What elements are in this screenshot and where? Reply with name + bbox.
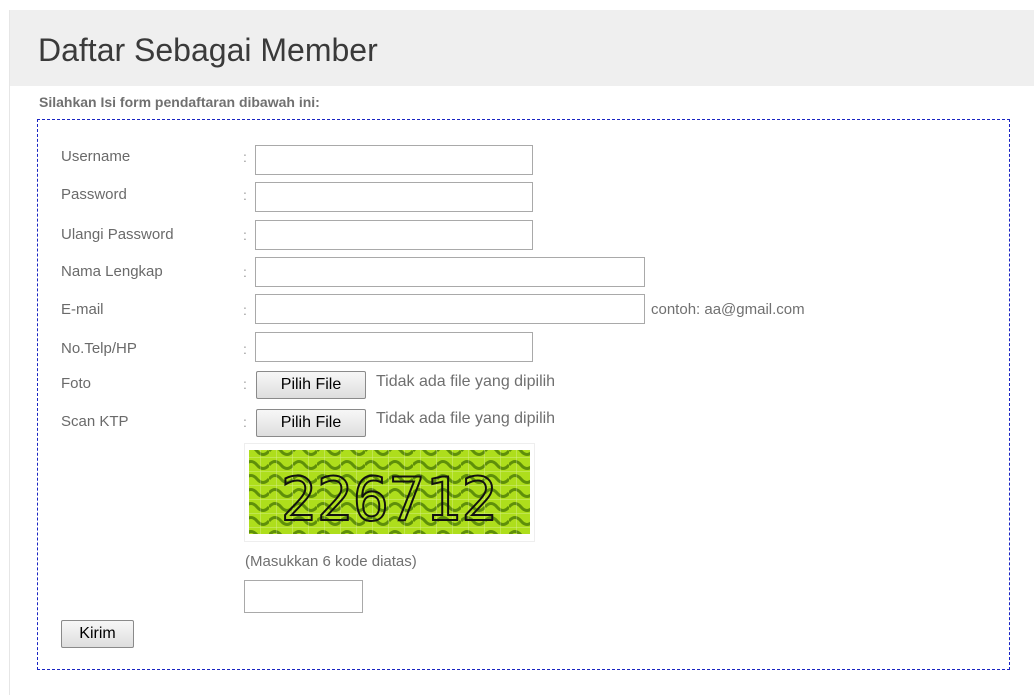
email-example-hint: contoh: aa@gmail.com	[651, 301, 805, 318]
photo-file-status: Tidak ada file yang dipilih	[376, 373, 556, 390]
phone-separator: :	[243, 341, 247, 357]
password-repeat-label: Ulangi Password	[61, 226, 174, 243]
username-separator: :	[243, 149, 247, 165]
email-separator: :	[243, 302, 247, 318]
id-scan-file-status: Tidak ada file yang dipilih	[376, 410, 556, 427]
captcha-instruction: (Masukkan 6 kode diatas)	[245, 553, 417, 570]
photo-label: Foto	[61, 375, 92, 392]
captcha-graphic: 226712	[249, 450, 530, 536]
page-title: Daftar Sebagai Member	[38, 32, 378, 68]
email-input[interactable]	[255, 294, 645, 324]
password-repeat-separator: :	[243, 227, 247, 243]
password-input[interactable]	[255, 182, 533, 212]
email-label: E-mail	[61, 301, 104, 318]
full-name-label: Nama Lengkap	[61, 263, 163, 280]
form-intro-text: Silahkan Isi form pendaftaran dibawah in…	[39, 94, 320, 110]
submit-button[interactable]: Kirim	[61, 620, 134, 648]
captcha-image: 226712	[244, 443, 535, 542]
page-header: Daftar Sebagai Member	[10, 10, 1034, 86]
password-repeat-input[interactable]	[255, 220, 533, 250]
id-scan-label: Scan KTP	[61, 413, 129, 430]
password-label: Password	[61, 186, 127, 203]
phone-label: No.Telp/HP	[61, 340, 137, 357]
username-input[interactable]	[255, 145, 533, 175]
username-label: Username	[61, 148, 131, 165]
captcha-input[interactable]	[244, 580, 363, 613]
id-scan-separator: :	[243, 414, 247, 430]
id-scan-choose-file-button[interactable]: Pilih File	[256, 409, 366, 437]
password-separator: :	[243, 187, 247, 203]
photo-separator: :	[243, 376, 247, 392]
photo-choose-file-button[interactable]: Pilih File	[256, 371, 366, 399]
page-left-border	[9, 10, 10, 695]
full-name-separator: :	[243, 264, 247, 280]
captcha-code-text: 226712	[281, 465, 498, 535]
phone-input[interactable]	[255, 332, 533, 362]
full-name-input[interactable]	[255, 257, 645, 287]
